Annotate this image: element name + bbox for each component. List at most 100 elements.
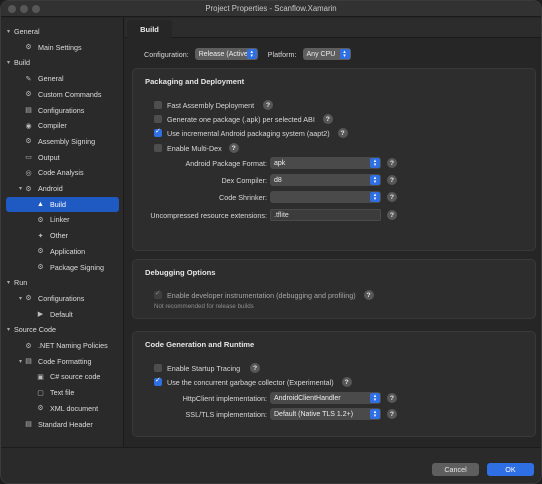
multidex-row: Enable Multi-Dex ? [154,143,239,153]
dex-compiler-label: Dex Compiler: [221,176,267,185]
sidebar-item-linker[interactable]: ⚙ Linker [1,212,124,227]
sidebar-item-general[interactable]: ▾ General [1,24,124,39]
concurrent-gc-row: Use the concurrent garbage collector (Ex… [154,376,352,387]
disclosure-chevron-icon[interactable]: ▾ [5,279,12,286]
concurrent-gc-checkbox[interactable] [154,376,162,386]
sidebar-item-output[interactable]: ▭ Output [1,150,124,165]
popup-chevron-icon: ▴ ▾ [246,49,257,59]
sidebar-item-label: Application [50,246,86,256]
help-icon[interactable]: ? [263,100,274,110]
sidebar-item-label: Configurations [38,293,85,303]
dialog-footer: Cancel OK [1,447,541,483]
help-icon[interactable]: ? [387,409,397,419]
sidebar-item-icon: ▲ [37,200,44,208]
help-icon[interactable]: ? [322,114,333,124]
ok-button[interactable]: OK [487,463,534,476]
title-bar: Project Properties - Scanflow.Xamarin [1,1,541,17]
multidex-checkbox[interactable] [154,144,162,152]
sidebar-item-assembly-signing[interactable]: ⚙ Assembly Signing [1,134,124,149]
main-panel: Build Configuration: Release (Active) ▴ ▾… [125,18,541,447]
sidebar-item-label: C# source code [50,372,101,382]
sidebar-item-label: Package Signing [50,262,104,272]
sidebar-item-package-signing[interactable]: ⚙ Package Signing [1,260,124,275]
uncompressed-input[interactable]: .tflite [270,209,381,221]
sidebar-item-standard-header[interactable]: ▤ Standard Header [1,417,124,432]
sidebar-item-icon: ⚙ [37,248,44,256]
sidebar-item-xml-document[interactable]: ⚙ XML document [1,401,124,416]
sidebar-item-other[interactable]: ✦ Other [1,228,124,243]
sidebar-item-icon: ⚙ [25,342,32,350]
disclosure-chevron-icon[interactable]: ▾ [17,295,24,302]
sidebar-item-default[interactable]: ▶ Default [1,307,124,322]
disclosure-chevron-icon[interactable]: ▾ [17,358,24,365]
sidebar-item-icon: ⚙ [25,138,32,146]
sidebar-item-label: Other [50,231,68,241]
instrumentation-row: Enable developer instrumentation (debugg… [154,289,374,300]
sidebar-item-android[interactable]: ▾ ⚙ Android [1,181,124,196]
sidebar-item-build[interactable]: ▲ Build [6,196,119,212]
help-icon[interactable]: ? [228,143,239,153]
window-title: Project Properties - Scanflow.Xamarin [205,4,337,13]
code-shrinker-select[interactable]: ▴ ▾ [270,191,381,203]
sidebar-item-code-formatting[interactable]: ▾ ▤ Code Formatting [1,354,124,369]
instrumentation-checkbox[interactable] [154,289,162,299]
incremental-checkbox[interactable] [154,127,162,137]
sidebar-item-application[interactable]: ⚙ Application [1,244,124,259]
incremental-row: Use incremental Android packaging system… [154,127,348,138]
sidebar-item-c-source-code[interactable]: ▣ C# source code [1,369,124,384]
platform-select[interactable]: Any CPU ▴ ▾ [302,48,351,60]
help-icon[interactable]: ? [387,393,397,403]
sidebar-item-configurations[interactable]: ▾ ⚙ Configurations [1,291,124,306]
cancel-button[interactable]: Cancel [432,463,479,476]
httpclient-select[interactable]: AndroidClientHandler ▴ ▾ [270,392,381,404]
sidebar-item-configurations[interactable]: ▤ Configurations [1,103,124,118]
sidebar-item-icon: ◉ [25,122,32,130]
help-icon[interactable]: ? [387,192,397,202]
popup-chevron-icon: ▴ ▾ [370,192,380,202]
sidebar-item-net-naming-policies[interactable]: ⚙ .NET Naming Policies [1,338,124,353]
sidebar-item-icon: ▤ [25,358,32,366]
sidebar-item-icon: ▢ [37,389,44,397]
fast-assembly-checkbox[interactable] [154,101,162,109]
sidebar-item-run[interactable]: ▾ Run [1,275,124,290]
platform-label: Platform: [267,49,297,59]
sidebar-item-source-code[interactable]: ▾ Source Code [1,322,124,337]
help-icon[interactable]: ? [387,175,397,185]
dex-compiler-select[interactable]: d8 ▴ ▾ [270,174,381,186]
sidebar-item-label: Build [50,199,66,209]
help-icon[interactable]: ? [337,128,348,138]
help-icon[interactable]: ? [250,363,261,373]
startup-tracing-checkbox[interactable] [154,364,162,372]
instrumentation-label: Enable developer instrumentation (debugg… [167,290,356,300]
sidebar-item-icon: ⚙ [25,44,32,52]
tab-build[interactable]: Build [127,20,172,38]
help-icon[interactable]: ? [341,377,352,387]
per-abi-checkbox[interactable] [154,115,162,123]
ssl-select[interactable]: Default (Native TLS 1.2+) ▴ ▾ [270,408,381,420]
sidebar-item-build[interactable]: ▾ Build [1,55,124,70]
help-icon[interactable]: ? [363,290,374,300]
sidebar-item-text-file[interactable]: ▢ Text file [1,385,124,400]
help-icon[interactable]: ? [387,210,397,220]
sidebar-item-icon: ⚙ [25,91,32,99]
disclosure-chevron-icon[interactable]: ▾ [5,326,12,333]
sidebar-item-label: Code Analysis [38,168,84,178]
package-format-select[interactable]: apk ▴ ▾ [270,157,381,169]
disclosure-chevron-icon[interactable]: ▾ [5,59,12,66]
sidebar-item-code-analysis[interactable]: ◎ Code Analysis [1,165,124,180]
help-icon[interactable]: ? [387,158,397,168]
sidebar-item-general[interactable]: ✎ General [1,71,124,86]
disclosure-chevron-icon[interactable]: ▾ [17,185,24,192]
sidebar-item-main-settings[interactable]: ⚙ Main Settings [1,40,124,55]
sidebar-item-custom-commands[interactable]: ⚙ Custom Commands [1,87,124,102]
debugging-title: Debugging Options [145,268,216,277]
package-format-label: Android Package Format: [185,159,268,168]
configuration-label: Configuration: [144,49,189,59]
startup-tracing-label: Enable Startup Tracing [167,363,241,373]
disclosure-chevron-icon[interactable]: ▾ [5,28,12,35]
configuration-select[interactable]: Release (Active) ▴ ▾ [194,48,258,60]
dex-compiler-value: d8 [274,176,282,184]
sidebar-item-icon: ▤ [25,107,32,114]
sidebar-item-compiler[interactable]: ◉ Compiler [1,118,124,133]
sidebar-item-label: Main Settings [38,42,82,52]
